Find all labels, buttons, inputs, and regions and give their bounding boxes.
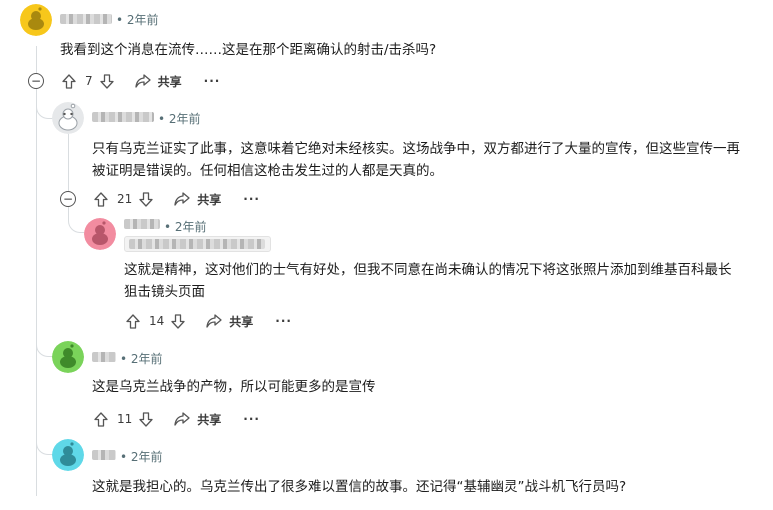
more-options-button[interactable]: ···	[243, 412, 260, 426]
collapse-thread-button[interactable]: −	[60, 191, 76, 207]
comment-actions: 11 共享 ···	[92, 407, 260, 431]
timestamp: • 2年前	[116, 13, 159, 27]
upvote-icon[interactable]	[124, 312, 142, 330]
timestamp: • 2年前	[120, 450, 163, 464]
avatar[interactable]	[52, 102, 84, 134]
upvote-icon[interactable]	[60, 72, 78, 90]
username[interactable]	[92, 352, 116, 362]
share-button[interactable]: 共享	[134, 72, 182, 90]
share-icon	[173, 190, 191, 208]
timestamp: • 2年前	[158, 112, 201, 126]
timestamp: • 2年前	[120, 352, 163, 366]
comment-actions: 21 共享 ···	[92, 187, 260, 211]
collapse-thread-button[interactable]: −	[28, 73, 44, 89]
share-button[interactable]: 共享	[173, 190, 221, 208]
vote-count: 7	[85, 74, 93, 88]
comment-text: 这就是精神，这对他们的士气有好处，但我不同意在尚未确认的情况下将这张照片添加到维…	[124, 262, 732, 300]
thread-line	[36, 46, 37, 496]
comment-actions: 7 共享 ···	[60, 69, 220, 93]
comment-text: 我看到这个消息在流传……这是在那个距离确认的射击/击杀吗?	[60, 42, 437, 58]
vote-count: 14	[149, 314, 165, 328]
comment-text: 这是乌克兰战争的产物，所以可能更多的是宣传	[92, 379, 376, 395]
share-icon	[134, 72, 152, 90]
snoo-avatar-icon	[52, 341, 84, 373]
snoo-avatar-icon	[20, 4, 52, 36]
snoo-avatar-icon	[84, 218, 116, 250]
downvote-icon[interactable]	[169, 312, 187, 330]
more-options-button[interactable]: ···	[243, 192, 260, 206]
user-flair	[124, 236, 271, 252]
thread-connector	[36, 432, 53, 455]
username[interactable]	[92, 112, 154, 122]
comment-actions: 14 共享 ···	[124, 309, 292, 333]
share-icon	[173, 410, 191, 428]
vote-count: 21	[117, 192, 133, 206]
comment-text: 只有乌克兰证实了此事，这意味着它绝对未经核实。这场战争中，双方都进行了大量的宣传…	[92, 141, 740, 179]
username[interactable]	[60, 14, 112, 24]
upvote-icon[interactable]	[92, 190, 110, 208]
upvote-icon[interactable]	[92, 410, 110, 428]
thread-connector	[36, 334, 53, 357]
snoo-avatar-icon	[52, 102, 84, 134]
username[interactable]	[124, 219, 160, 229]
downvote-icon[interactable]	[137, 190, 155, 208]
more-options-button[interactable]: ···	[204, 74, 221, 88]
avatar[interactable]	[52, 341, 84, 373]
downvote-icon[interactable]	[98, 72, 116, 90]
share-icon	[205, 312, 223, 330]
avatar[interactable]	[20, 4, 52, 36]
username[interactable]	[92, 450, 116, 460]
vote-count: 11	[117, 412, 133, 426]
avatar[interactable]	[84, 218, 116, 250]
flair-text	[129, 239, 265, 249]
downvote-icon[interactable]	[137, 410, 155, 428]
snoo-avatar-icon	[52, 439, 84, 471]
timestamp: • 2年前	[164, 220, 207, 234]
more-options-button[interactable]: ···	[275, 314, 292, 328]
comment-text: 这就是我担心的。乌克兰传出了很多难以置信的故事。还记得“基辅幽灵”战斗机飞行员吗…	[92, 479, 627, 495]
share-button[interactable]: 共享	[173, 410, 221, 428]
share-button[interactable]: 共享	[205, 312, 253, 330]
avatar[interactable]	[52, 439, 84, 471]
thread-connector	[36, 96, 53, 119]
